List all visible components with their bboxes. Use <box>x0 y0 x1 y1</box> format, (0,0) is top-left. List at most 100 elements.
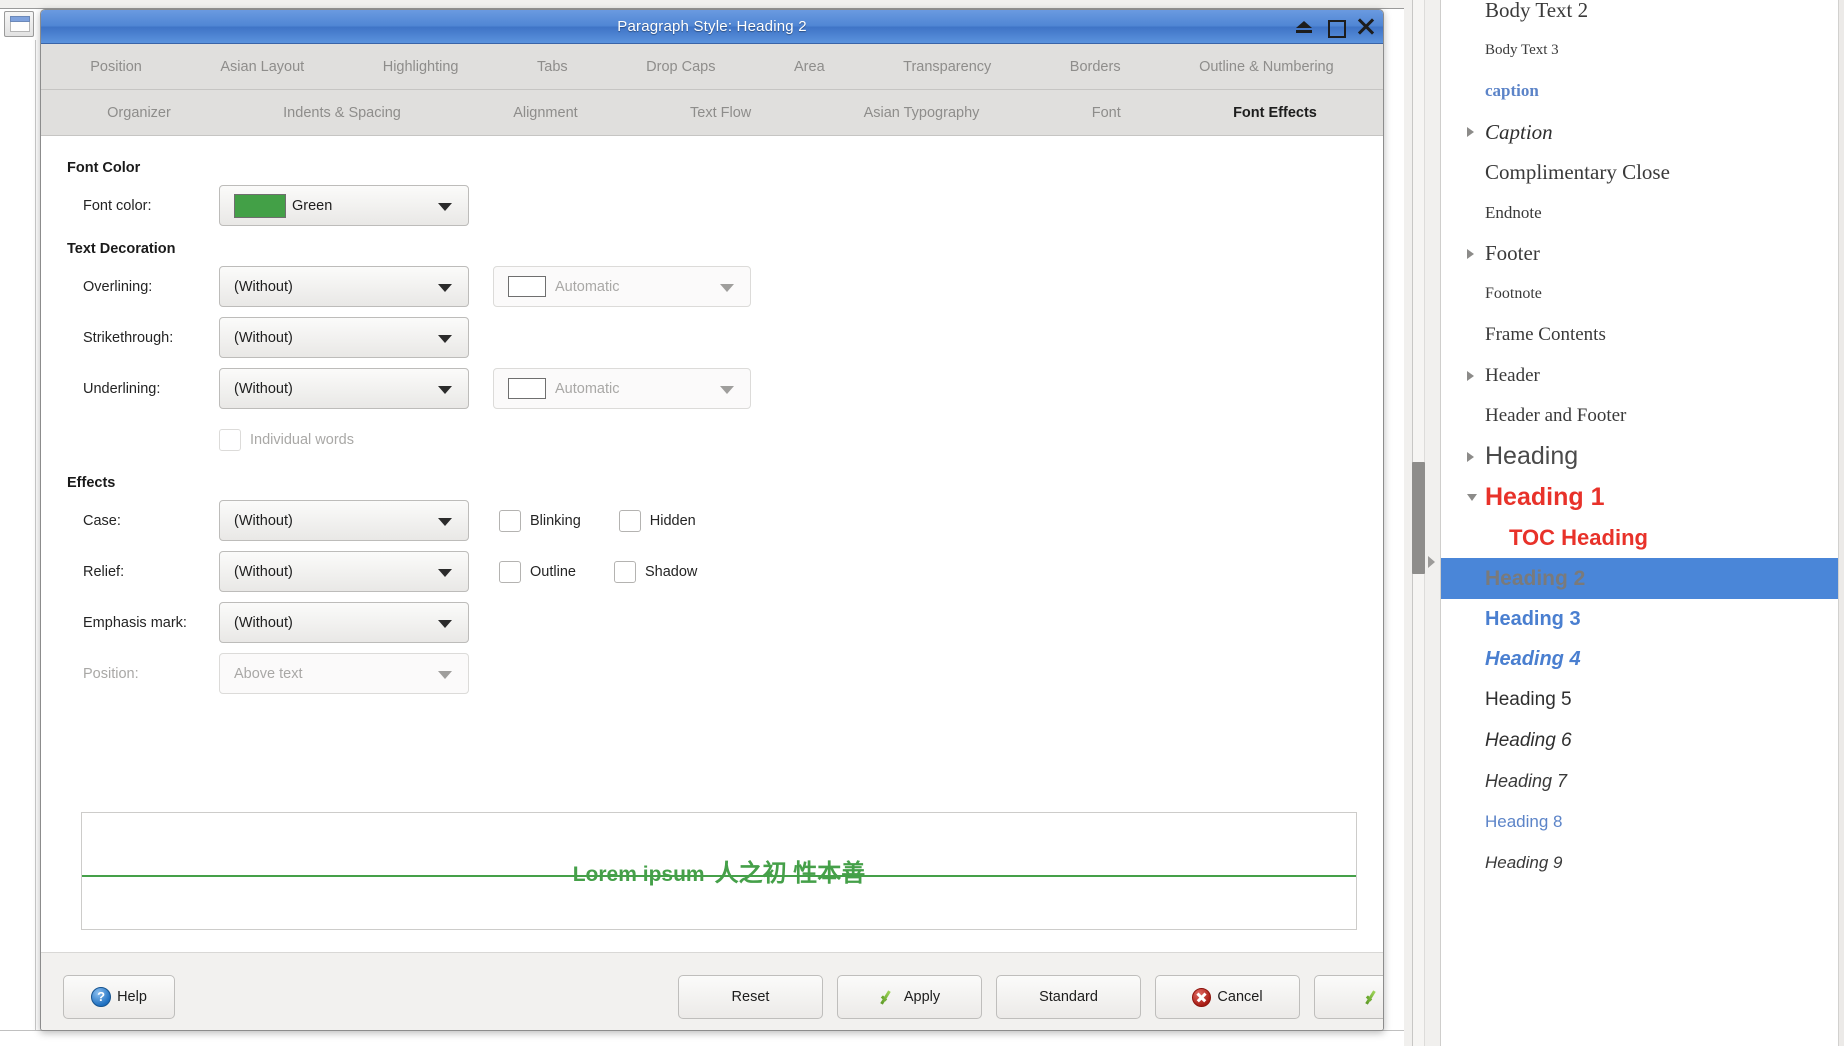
close-icon[interactable] <box>1357 18 1375 36</box>
position-label: Position: <box>83 665 139 682</box>
tab-font-effects[interactable]: Font Effects <box>1177 99 1373 140</box>
tab-asian-layout[interactable]: Asian Layout <box>181 53 343 81</box>
individual-words-checkbox[interactable]: Individual words <box>219 428 354 451</box>
reset-button[interactable]: Reset <box>678 975 823 1019</box>
style-item-heading-1[interactable]: Heading 1 <box>1441 477 1838 518</box>
case-value: (Without) <box>234 512 293 529</box>
style-item-heading-7[interactable]: Heading 7 <box>1441 761 1838 802</box>
tab-font[interactable]: Font <box>1036 99 1177 127</box>
overlining-color-dropdown[interactable]: Automatic <box>493 266 751 307</box>
help-button[interactable]: ? Help <box>63 975 175 1019</box>
standard-button-label: Standard <box>1039 989 1098 1005</box>
position-dropdown[interactable]: Above text <box>219 653 469 694</box>
tab-tabs[interactable]: Tabs <box>498 53 607 81</box>
chevron-down-icon <box>720 283 734 292</box>
relief-options: Outline Shadow <box>499 560 697 583</box>
maximize-icon[interactable] <box>1326 18 1346 38</box>
style-item-label: Heading 5 <box>1485 689 1572 711</box>
cancel-button[interactable]: Cancel <box>1155 975 1300 1019</box>
standard-button[interactable]: Standard <box>996 975 1141 1019</box>
check-icon <box>879 988 898 1007</box>
emphasis-mark-dropdown[interactable]: (Without) <box>219 602 469 643</box>
tab-borders[interactable]: Borders <box>1031 53 1160 81</box>
style-item-heading-4[interactable]: Heading 4 <box>1441 640 1838 681</box>
checkbox-box <box>613 560 636 583</box>
tab-organizer[interactable]: Organizer <box>51 99 227 127</box>
document-window-icon[interactable] <box>4 11 34 37</box>
window-controls <box>1295 10 1375 44</box>
font-color-dropdown[interactable]: Green <box>219 185 469 226</box>
underlining-color-value: Automatic <box>555 380 620 397</box>
style-item-body-text-2[interactable]: Body Text 2 <box>1441 0 1838 31</box>
checkbox-box <box>499 560 521 583</box>
style-item-footer[interactable]: Footer <box>1441 234 1838 275</box>
shadow-checkbox[interactable]: Shadow <box>613 560 697 583</box>
style-item-heading-8[interactable]: Heading 8 <box>1441 802 1838 843</box>
hidden-checkbox[interactable]: Hidden <box>618 509 696 532</box>
style-item-toc-heading[interactable]: TOC Heading <box>1441 518 1838 559</box>
case-row: Case: (Without) Blinking Hidden <box>67 495 1357 546</box>
style-item-heading-6[interactable]: Heading 6 <box>1441 721 1838 762</box>
strikethrough-dropdown[interactable]: (Without) <box>219 317 469 358</box>
style-item-label: Heading 6 <box>1485 730 1572 752</box>
style-item-header[interactable]: Header <box>1441 355 1838 396</box>
tab-outline-numbering[interactable]: Outline & Numbering <box>1160 53 1373 81</box>
style-item-caption[interactable]: Caption <box>1441 112 1838 153</box>
style-item-endnote[interactable]: Endnote <box>1441 193 1838 234</box>
tab-alignment[interactable]: Alignment <box>457 99 634 127</box>
panel-expand-arrow-icon[interactable] <box>1428 556 1435 568</box>
apply-button[interactable]: Apply <box>837 975 982 1019</box>
style-item-heading-5[interactable]: Heading 5 <box>1441 680 1838 721</box>
style-item-heading-2[interactable]: Heading 2 <box>1441 558 1838 599</box>
style-item-label: Caption <box>1485 119 1553 144</box>
style-item-label: caption <box>1485 81 1539 101</box>
individual-words-row: Individual words <box>67 414 1357 465</box>
tab-indents-spacing[interactable]: Indents & Spacing <box>227 99 457 127</box>
tab-position[interactable]: Position <box>51 53 181 81</box>
overlining-dropdown[interactable]: (Without) <box>219 266 469 307</box>
style-item-heading[interactable]: Heading <box>1441 437 1838 478</box>
tab-transparency[interactable]: Transparency <box>864 53 1031 81</box>
sidebar-scroll-strip <box>1404 0 1440 1046</box>
style-item-label: TOC Heading <box>1509 525 1648 551</box>
application-left-rail <box>0 40 36 1046</box>
chevron-right-icon[interactable] <box>1467 370 1474 381</box>
tab-area[interactable]: Area <box>755 53 864 81</box>
chevron-down-icon[interactable] <box>1467 494 1477 502</box>
preview-text: Lorem ipsum 人之初 性本善 <box>82 853 1356 888</box>
style-item-footnote[interactable]: Footnote <box>1441 274 1838 315</box>
relief-label: Relief: <box>83 563 125 580</box>
emphasis-mark-row: Emphasis mark: (Without) <box>67 597 1357 648</box>
tab-text-flow[interactable]: Text Flow <box>634 99 808 127</box>
blinking-checkbox[interactable]: Blinking <box>499 509 581 532</box>
style-item-label: Header <box>1485 364 1540 386</box>
case-dropdown[interactable]: (Without) <box>219 500 469 541</box>
chevron-down-icon <box>438 568 452 577</box>
style-item-frame-contents[interactable]: Frame Contents <box>1441 315 1838 356</box>
chevron-down-icon <box>438 670 452 679</box>
chevron-right-icon[interactable] <box>1467 248 1474 259</box>
underlining-color-dropdown[interactable]: Automatic <box>493 368 751 409</box>
underlining-dropdown[interactable]: (Without) <box>219 368 469 409</box>
dialog-titlebar[interactable]: Paragraph Style: Heading 2 <box>41 10 1383 44</box>
font-color-label: Font color: <box>83 197 152 214</box>
style-item-caption[interactable]: caption <box>1441 71 1838 112</box>
style-item-heading-3[interactable]: Heading 3 <box>1441 599 1838 640</box>
tab-highlighting[interactable]: Highlighting <box>343 53 497 81</box>
outline-checkbox[interactable]: Outline <box>499 560 576 583</box>
tab-drop-caps[interactable]: Drop Caps <box>607 53 755 81</box>
vertical-scrollbar-thumb[interactable] <box>1412 462 1425 574</box>
style-item-body-text-3[interactable]: Body Text 3 <box>1441 31 1838 72</box>
ok-button[interactable]: OK <box>1314 975 1383 1019</box>
relief-dropdown[interactable]: (Without) <box>219 551 469 592</box>
relief-row: Relief: (Without) Outline Shadow <box>67 546 1357 597</box>
tab-asian-typography[interactable]: Asian Typography <box>807 99 1035 127</box>
style-item-complimentary-close[interactable]: Complimentary Close <box>1441 152 1838 193</box>
position-value: Above text <box>234 665 303 682</box>
style-item-heading-9[interactable]: Heading 9 <box>1441 843 1838 884</box>
shade-icon[interactable] <box>1295 18 1313 36</box>
chevron-right-icon[interactable] <box>1467 127 1474 138</box>
style-item-header-and-footer[interactable]: Header and Footer <box>1441 396 1838 437</box>
chevron-right-icon[interactable] <box>1467 451 1474 462</box>
underlining-row: Underlining: (Without) Automatic <box>67 363 1357 414</box>
